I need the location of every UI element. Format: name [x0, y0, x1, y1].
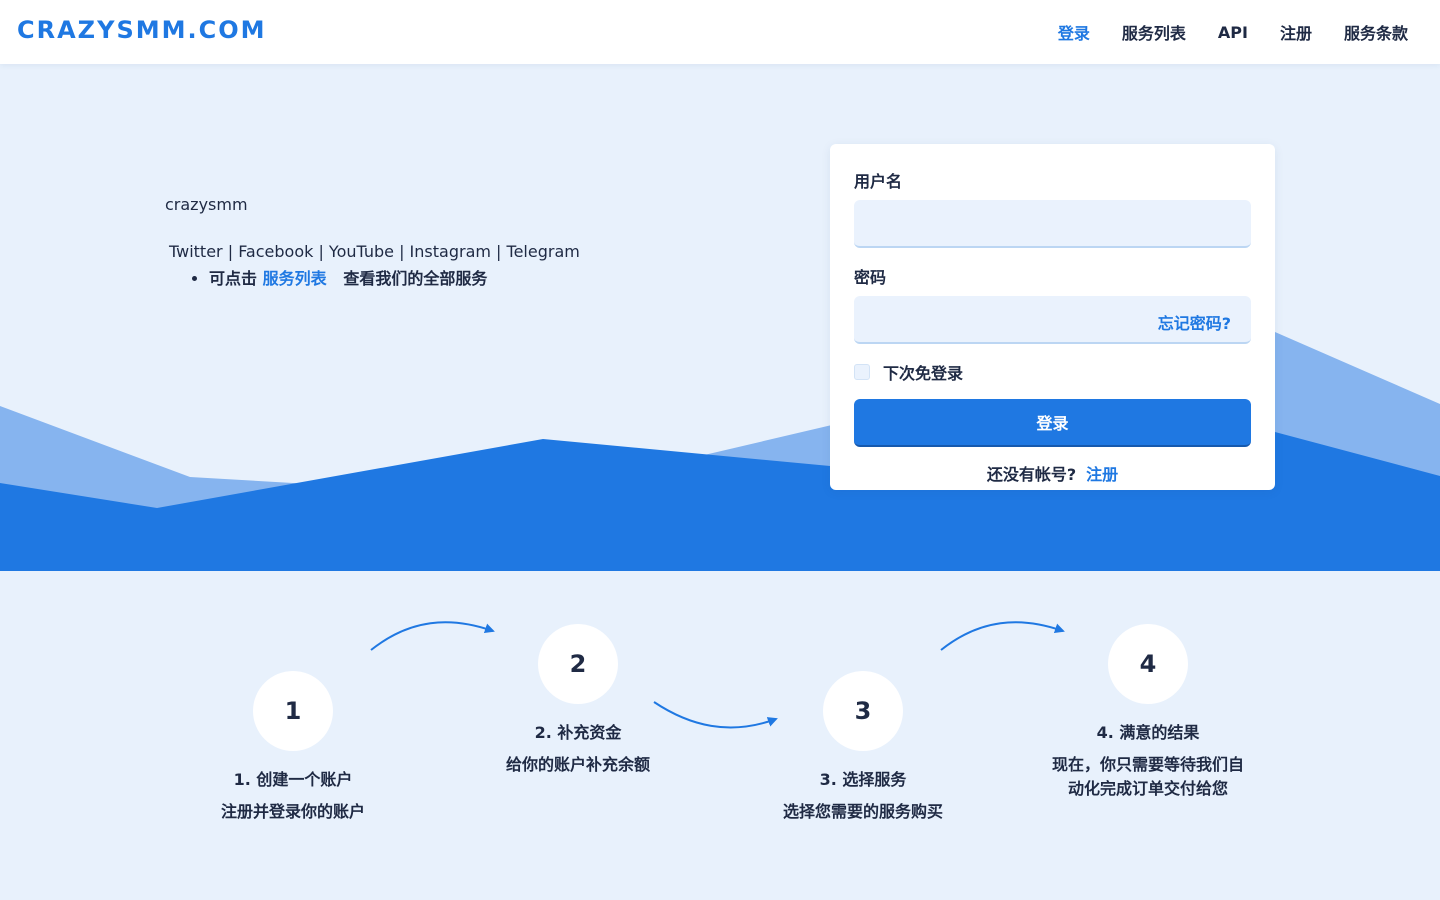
step-1-number: 1 — [253, 671, 333, 751]
intro-list: 可点击 服务列表 查看我们的全部服务 — [209, 265, 580, 289]
step-2-desc: 给你的账户补充余额 — [505, 755, 650, 774]
nav-terms[interactable]: 服务条款 — [1344, 20, 1408, 44]
password-input-wrap: 忘记密码? — [854, 296, 1251, 344]
nav-services[interactable]: 服务列表 — [1122, 20, 1186, 44]
site-name-text: crazysmm — [165, 195, 248, 214]
step-3-desc: 选择您需要的服务购买 — [782, 802, 943, 821]
step-2: 2 2. 补充资金 给你的账户补充余额 — [448, 624, 708, 777]
login-card: 用户名 密码 忘记密码? 下次免登录 登录 还没有帐号? 注册 — [830, 144, 1275, 490]
step-3: 3 3. 选择服务 选择您需要的服务购买 — [733, 671, 993, 824]
main-nav: 登录 服务列表 API 注册 服务条款 — [1026, 0, 1408, 64]
bullet-suffix: 查看我们的全部服务 — [343, 269, 488, 288]
nav-login[interactable]: 登录 — [1058, 20, 1090, 44]
username-input[interactable] — [854, 200, 1251, 248]
step-3-number: 3 — [823, 671, 903, 751]
step-4: 4 4. 满意的结果 现在，你只需要等待我们自动化完成订单交付给您 — [1018, 624, 1278, 801]
step-1-title: 1. 创建一个账户 — [233, 770, 353, 789]
step-4-title: 4. 满意的结果 — [1096, 723, 1200, 742]
nav-signup[interactable]: 注册 — [1280, 20, 1312, 44]
step-1: 1 1. 创建一个账户 注册并登录你的账户 — [163, 671, 423, 824]
step-2-number: 2 — [538, 624, 618, 704]
step-1-desc: 注册并登录你的账户 — [220, 802, 365, 821]
forgot-password-link[interactable]: 忘记密码? — [1158, 310, 1231, 334]
intro-block: crazysmm Twitter | Facebook | YouTube | … — [165, 195, 580, 289]
intro-list-item: 可点击 服务列表 查看我们的全部服务 — [209, 265, 580, 289]
signup-prompt: 还没有帐号? 注册 — [854, 461, 1251, 485]
remember-me-checkbox[interactable] — [854, 364, 870, 380]
nav-api[interactable]: API — [1218, 23, 1248, 42]
step-2-title: 2. 补充资金 — [534, 723, 622, 742]
bullet-prefix: 可点击 — [209, 269, 258, 288]
step-4-desc: 现在，你只需要等待我们自动化完成订单交付给您 — [1051, 755, 1244, 798]
services-link[interactable]: 服务列表 — [263, 269, 327, 288]
password-label: 密码 — [854, 268, 887, 287]
brand-logo-link[interactable]: CRAZYSMM.COM — [17, 16, 267, 44]
social-platforms-text: Twitter | Facebook | YouTube | Instagram… — [169, 242, 580, 261]
step-3-title: 3. 选择服务 — [819, 770, 907, 789]
remember-me-row: 下次免登录 — [854, 360, 1251, 384]
top-navbar: CRAZYSMM.COM 登录 服务列表 API 注册 服务条款 — [0, 0, 1440, 64]
username-input-wrap — [854, 200, 1251, 248]
step-4-number: 4 — [1108, 624, 1188, 704]
username-label: 用户名 — [854, 172, 903, 191]
register-link[interactable]: 注册 — [1086, 465, 1118, 484]
no-account-text: 还没有帐号? — [986, 465, 1077, 484]
remember-me-label: 下次免登录 — [883, 364, 964, 383]
login-submit-button[interactable]: 登录 — [854, 399, 1251, 447]
